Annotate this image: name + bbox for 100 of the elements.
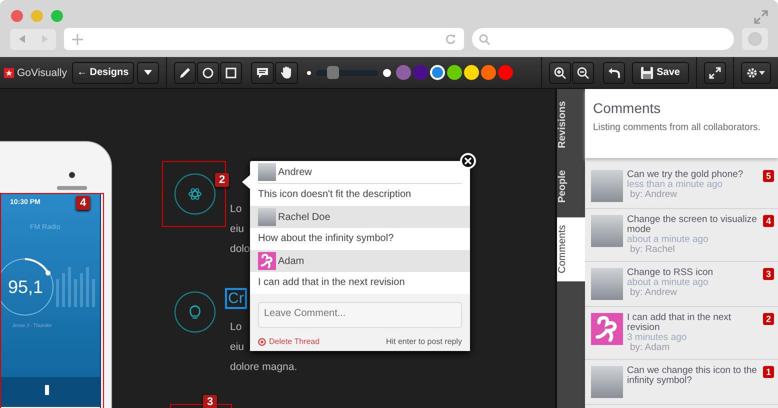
comment-time: 3 minutes ago [627,333,688,343]
comment-text: This icon doesn't fit the description [257,188,412,202]
comment-author: Andrew [278,166,312,178]
comment-text: Change to RSS icon [627,268,714,278]
delete-thread-link[interactable]: Delete Thread [269,337,320,346]
zoom-in-icon [554,66,566,78]
body-text: dolo [230,242,250,257]
photo-placeholder [591,170,623,202]
atom-icon [174,173,216,215]
comment-input[interactable]: Leave Comment... [258,302,462,328]
comment-author: Adam [278,256,304,266]
side-tab[interactable]: Comments [557,217,585,282]
comment-list-item[interactable]: Can we try the gold phone? less than a minute ago by: Andrew 5 [585,164,778,209]
color-swatch[interactable] [464,65,479,80]
comment-time: about a minute ago [627,235,710,245]
heading-text: Cr [225,288,247,309]
circle-tool-button[interactable] [196,62,219,84]
marker-badge[interactable]: 2 [215,173,230,187]
color-swatch[interactable] [446,65,462,80]
marker-number: 4 [762,215,774,227]
logo-icon [4,68,14,78]
close-icon [464,157,472,165]
caret-icon [144,70,152,75]
pencil-icon [178,66,191,78]
comment-time: less than a minute ago [627,180,724,190]
marker-number: 2 [762,313,774,325]
zoom-in-button[interactable] [548,62,571,84]
panel-title: Comments [593,100,662,116]
designs-button[interactable]: ← Designs [72,62,134,84]
close-button[interactable] [460,153,476,169]
comment-list-item[interactable]: Change the screen to visualize mode about a minute ago by: Rachel 4 [585,209,778,262]
circle-icon [202,66,214,78]
comment-author: by: Andrew [629,190,678,200]
small-stroke-icon [306,70,311,74]
color-swatch[interactable] [430,65,445,80]
undo-button[interactable] [602,62,625,84]
fullscreen-button[interactable] [704,62,726,84]
marker-badge[interactable]: 3 [203,395,218,408]
search-icon [479,34,490,44]
save-button[interactable]: Save [632,62,689,84]
comment-list-item[interactable]: Can we change this icon to the infinity symbol? 1 [585,360,778,405]
comment-author: by: Rachel [629,245,676,255]
comment-tool-button[interactable] [250,62,274,84]
comment-text: How about the infinity symbol? [257,232,395,246]
gear-icon [746,66,766,78]
comment-list-item[interactable]: Change to RSS icon about a minute ago by: Andrew 3 [585,262,778,307]
marker-badge[interactable]: 4 [76,196,90,210]
photo-placeholder [591,268,623,300]
marker-number: 5 [762,170,774,182]
comment-text: Change the screen to visualize mode [627,215,758,235]
search-field[interactable] [472,28,734,50]
photo-placeholder [258,163,276,181]
color-swatch[interactable] [412,65,428,80]
slider-thumb[interactable] [327,66,340,78]
large-stroke-icon [382,68,391,76]
side-tab[interactable]: Revisions [557,93,585,156]
app-logo-text: GoVisually [17,66,67,78]
dropdown-button[interactable] [136,62,159,84]
marker-number: 3 [762,268,774,280]
side-tab[interactable]: People [557,162,585,212]
settings-button[interactable] [741,62,771,84]
expand-icon [709,66,721,78]
comment-icon [256,66,269,78]
photo-placeholder [591,366,623,398]
comment-list-item[interactable]: I can add that in the next revision 3 minutes ago by: Adam 2 [585,307,778,360]
photo-placeholder [591,215,623,247]
hand-tool-button[interactable] [274,62,298,84]
hand-icon [280,66,293,79]
comment-author: Rachel Doe [278,212,330,222]
undo-icon [608,67,620,78]
zoom-out-button[interactable] [572,62,594,84]
color-swatch[interactable] [396,65,411,80]
panel-subtitle: Listing comments from all collaborators. [593,122,762,133]
comment-author: by: Adam [629,343,671,353]
square-icon [224,66,237,78]
zoom-out-icon [576,66,589,78]
body-text: dolore magna. [230,360,298,375]
plus-icon [72,34,83,44]
marker-number: 1 [762,366,774,378]
address-field[interactable] [64,28,464,50]
color-swatch[interactable] [498,65,513,80]
hint-text: Hit enter to post reply [386,337,462,346]
pencil-tool-button[interactable] [174,62,196,84]
body-text: eiu [230,222,244,237]
body-text: eiu [230,340,244,355]
body-text: Lo [230,202,242,217]
logo-avatar-icon [258,252,276,270]
lightbulb-icon [174,291,216,333]
square-tool-button[interactable] [220,62,242,84]
delete-icon [258,338,266,346]
frequency-reading: 95,1 [8,277,44,298]
comment-text: I can add that in the next revision [257,276,406,290]
comment-text: Can we try the gold phone? [627,170,744,180]
comment-time: about a minute ago [627,278,710,288]
comment-text: Can we change this icon to the infinity symbol? [627,366,758,386]
body-text: Lo [230,320,242,335]
color-swatch[interactable] [480,65,496,80]
photo-placeholder [258,208,276,226]
comment-author: by: Andrew [629,288,678,298]
comment-text: I can add that in the next revision [627,313,732,333]
